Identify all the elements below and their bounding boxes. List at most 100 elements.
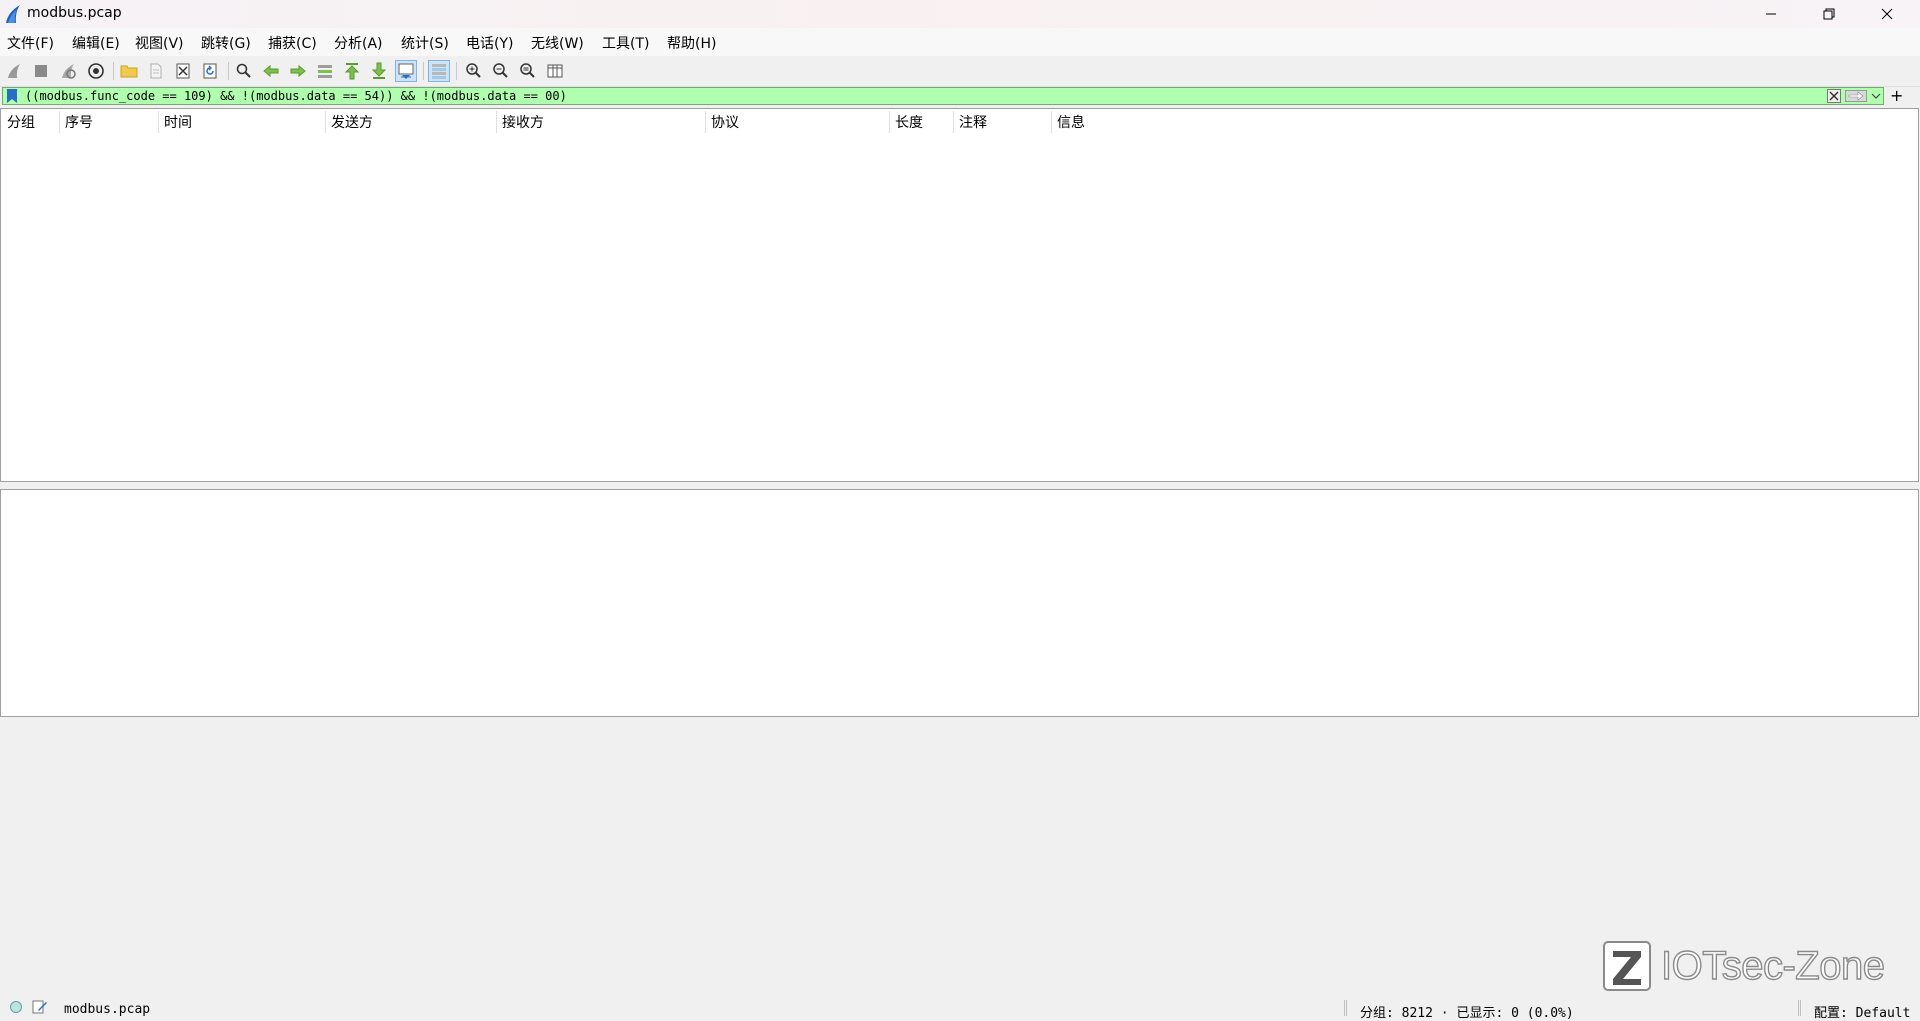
menu-view[interactable]: 视图(V) [135,33,184,53]
reload-file-button[interactable] [199,60,221,82]
toolbar-separator [423,62,424,80]
capture-options-button[interactable] [85,60,107,82]
status-bar: modbus.pcap 分组: 8212 · 已显示: 0 (0.0%) 配置:… [0,996,1920,1021]
packet-details-pane[interactable] [0,489,1919,717]
column-header-time[interactable]: 时间 [164,112,192,132]
last-packet-icon [371,62,387,79]
watermark-text: IOTsec-Zone [1660,943,1885,988]
menu-capture[interactable]: 捕获(C) [268,33,317,53]
close-window-button[interactable] [1858,0,1916,28]
menu-statistics[interactable]: 统计(S) [401,33,449,53]
title-bar: modbus.pcap [0,0,1920,28]
menu-file[interactable]: 文件(F) [7,33,54,53]
wireshark-fin-icon [6,5,20,23]
restart-capture-button[interactable] [57,60,79,82]
restart-capture-icon [62,64,76,79]
zoom-in-icon [466,63,481,78]
start-capture-button[interactable] [3,60,25,82]
go-back-button[interactable] [260,60,282,82]
stop-capture-icon [35,65,47,77]
auto-scroll-icon [398,63,414,79]
column-header-source[interactable]: 发送方 [331,112,373,132]
menu-bar: 文件(F) 编辑(E) 视图(V) 跳转(G) 捕获(C) 分析(A) 统计(S… [0,28,1920,56]
column-separator[interactable] [59,111,60,133]
iotsec-zone-logo-icon [1603,941,1651,991]
menu-tools[interactable]: 工具(T) [602,33,649,53]
status-divider[interactable] [1798,1000,1801,1016]
capture-options-icon [88,63,104,79]
toolbar-separator [228,62,229,80]
first-packet-icon [344,63,360,80]
restore-icon [1823,8,1835,20]
restore-button[interactable] [1800,0,1858,28]
status-file-name: modbus.pcap [64,1002,151,1017]
toolbar-separator [113,62,114,80]
filter-history-dropdown-icon[interactable] [1871,93,1881,99]
status-divider[interactable] [1344,1000,1347,1016]
display-filter-input[interactable]: ((modbus.func_code == 109) && !(modbus.d… [2,87,1884,105]
minimize-button[interactable] [1742,0,1800,28]
expert-info-indicator-icon[interactable] [10,1001,22,1013]
menu-go[interactable]: 跳转(G) [201,33,251,53]
close-file-icon [176,63,190,79]
zoom-in-button[interactable] [463,60,485,82]
packet-list-pane[interactable]: 分组 序号 时间 发送方 接收方 协议 长度 注释 信息 [0,108,1919,482]
column-header-length[interactable]: 长度 [895,112,923,132]
column-header-destination[interactable]: 接收方 [502,112,544,132]
zoom-out-icon [493,63,508,78]
column-separator[interactable] [889,111,890,133]
close-file-button[interactable] [172,60,194,82]
resize-columns-icon [547,64,563,78]
column-separator[interactable] [325,111,326,133]
column-separator[interactable] [953,111,954,133]
save-file-button[interactable] [145,60,167,82]
column-header-protocol[interactable]: 协议 [711,112,739,132]
zoom-normal-button[interactable] [517,60,539,82]
column-separator[interactable] [496,111,497,133]
main-toolbar [0,56,1920,87]
go-to-packet-icon [318,65,332,78]
column-separator[interactable] [158,111,159,133]
menu-telephony[interactable]: 电话(Y) [466,33,513,53]
menu-edit[interactable]: 编辑(E) [72,33,120,53]
go-back-icon [263,64,279,78]
find-packet-icon [236,63,251,78]
zoom-normal-icon [520,63,535,78]
column-separator[interactable] [705,111,706,133]
menu-wireless[interactable]: 无线(W) [531,33,584,53]
toolbar-separator [456,62,457,80]
filter-expression[interactable]: ((modbus.func_code == 109) && !(modbus.d… [25,89,567,103]
go-forward-button[interactable] [287,60,309,82]
find-packet-button[interactable] [233,60,255,82]
column-header-group[interactable]: 分组 [7,112,35,132]
clear-filter-icon[interactable] [1827,89,1841,103]
stop-capture-button[interactable] [30,60,52,82]
column-separator[interactable] [1051,111,1052,133]
go-forward-icon [290,64,306,78]
go-to-packet-button[interactable] [314,60,336,82]
menu-analyze[interactable]: 分析(A) [334,33,383,53]
status-packet-stats: 分组: 8212 · 已显示: 0 (0.0%) [1360,1006,1574,1021]
window-title: modbus.pcap [27,5,122,21]
watermark: IOTsec-Zone [1603,940,1886,992]
status-profile[interactable]: 配置: Default [1814,1002,1910,1021]
column-header-info[interactable]: 信息 [1057,112,1085,132]
column-header-number[interactable]: 序号 [65,112,93,132]
filter-bookmark-icon[interactable] [7,89,17,103]
open-file-button[interactable] [118,60,140,82]
first-packet-button[interactable] [341,60,363,82]
column-header-comment[interactable]: 注释 [959,112,987,132]
open-file-icon [120,65,138,78]
apply-filter-icon[interactable] [1845,90,1867,102]
zoom-out-button[interactable] [490,60,512,82]
close-icon [1881,8,1893,20]
resize-columns-button[interactable] [544,60,566,82]
start-capture-icon [8,64,20,78]
add-filter-button-icon[interactable]: + [1890,86,1903,105]
last-packet-button[interactable] [368,60,390,82]
edit-comment-icon[interactable] [32,999,48,1015]
menu-help[interactable]: 帮助(H) [667,33,716,53]
colorize-button[interactable] [428,60,450,82]
auto-scroll-button[interactable] [395,60,417,82]
save-file-icon [150,63,162,79]
